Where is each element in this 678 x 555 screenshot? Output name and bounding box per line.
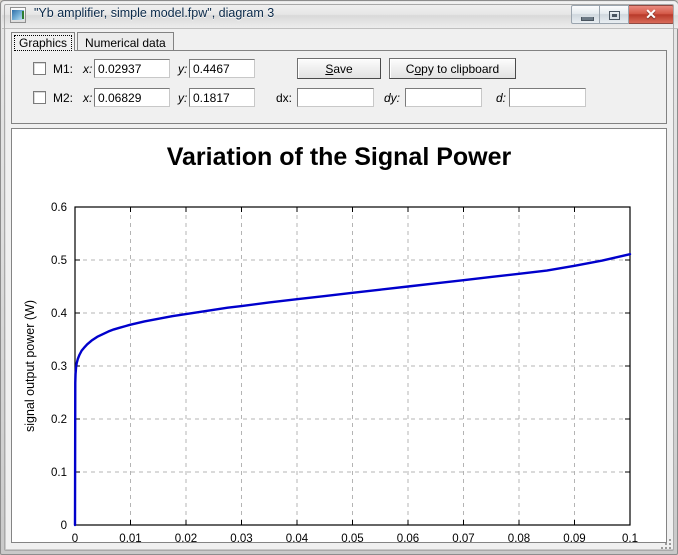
plot-panel[interactable]: Variation of the Signal Power 0 0.01 0.02 0… [11,128,667,543]
tab-strip: Graphics Numerical data [11,31,174,51]
dy-input[interactable] [405,88,482,107]
y-tick-label: 0.4 [51,308,68,320]
dx-input[interactable] [297,88,374,107]
save-rest: ave [333,61,353,76]
restore-icon [609,11,620,20]
y-tick-label: 0.3 [51,361,67,373]
window-controls: ✕ [571,5,674,24]
y-tick-label: 0 [61,520,67,532]
app-chart-icon [10,7,26,23]
d-label: d: [496,91,507,105]
tab-graphics-label: Graphics [19,35,68,50]
graphics-tab-panel: M1: x: 0.02937 y: 0.4467 Save Copy to cl… [11,50,667,124]
x-tick-label: 0.08 [508,533,530,543]
m2-y-label: y: [178,91,188,105]
dy-label: dy: [384,91,401,105]
m2-x-input[interactable]: 0.06829 [94,88,170,107]
title-bar[interactable]: "Yb amplifier, simple model.fpw", diagra… [2,2,678,29]
minimize-button[interactable] [571,5,600,24]
x-tick-label: 0 [72,533,78,543]
dx-label: dx: [276,91,293,105]
save-button[interactable]: Save [297,58,381,79]
close-icon: ✕ [645,6,657,22]
y-tick-label: 0.1 [51,467,67,479]
m1-y-input[interactable]: 0.4467 [189,59,255,78]
m1-x-input[interactable]: 0.02937 [94,59,170,78]
tab-numerical-data-label: Numerical data [85,35,166,50]
window-title: "Yb amplifier, simple model.fpw", diagra… [34,6,275,20]
m2-checkbox[interactable] [33,91,46,104]
y-axis-title: signal output power (W) [23,300,37,432]
m1-label: M1: [53,62,74,76]
marker-row-m1: M1: x: 0.02937 y: 0.4467 Save Copy to cl… [12,58,666,83]
m2-y-input[interactable]: 0.1817 [189,88,255,107]
x-tick-label: 0.02 [175,533,197,543]
tab-graphics[interactable]: Graphics [11,32,76,51]
application-window: "Yb amplifier, simple model.fpw", diagra… [0,0,678,555]
m1-x-label: x: [83,62,93,76]
y-tick-label: 0.6 [51,202,67,214]
x-tick-label: 0.07 [452,533,474,543]
save-button-label: Save [325,62,352,76]
x-tick-label: 0.01 [119,533,141,543]
x-tick-label: 0.1 [622,533,638,543]
signal-power-chart: 0 0.01 0.02 0.03 0.04 0.05 0.06 0.07 0.08 0.09 0.1… [23,202,638,543]
app-icon-bar [22,11,24,19]
tab-numerical-data[interactable]: Numerical data [77,32,174,51]
x-tick-label: 0.03 [230,533,252,543]
resize-grip[interactable] [659,537,673,551]
restore-button[interactable] [600,5,629,24]
data-series-line [73,252,632,527]
m2-label: M2: [53,91,74,105]
marker-row-m2: M2: x: 0.06829 y: 0.1817 dx: dy: d: [12,88,666,112]
m1-y-label: y: [178,62,188,76]
x-tick-label: 0.05 [341,533,363,543]
x-tick-label: 0.09 [563,533,585,543]
y-tick-label: 0.2 [51,414,67,426]
y-tick-label: 0.5 [51,255,67,267]
copy-button-label: Copy to clipboard [405,61,500,76]
copy-to-clipboard-button[interactable]: Copy to clipboard [389,58,516,79]
x-tick-label: 0.04 [286,533,309,543]
m2-x-label: x: [83,91,93,105]
m1-checkbox[interactable] [33,62,46,75]
minimize-icon [581,17,594,21]
d-input[interactable] [509,88,586,107]
client-area: Graphics Numerical data M1: x: 0.02937 y… [6,29,674,549]
close-button[interactable]: ✕ [629,5,674,24]
x-tick-label: 0.06 [397,533,419,543]
